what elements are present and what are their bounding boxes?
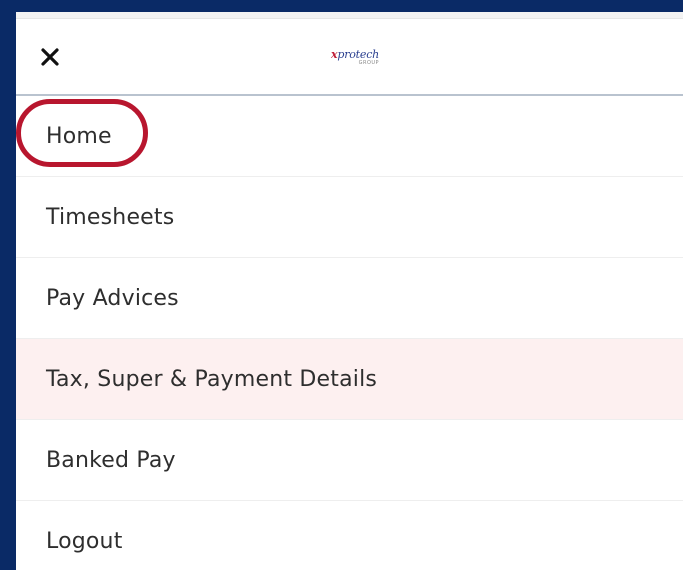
nav-menu: Home Timesheets Pay Advices Tax, Super &… [16, 96, 683, 570]
logo-wordmark: xprotech [331, 48, 380, 61]
menu-item-label: Banked Pay [46, 447, 176, 473]
menu-item-label: Pay Advices [46, 285, 179, 311]
menu-item-label: Timesheets [46, 204, 175, 230]
drawer-header: xprotech GROUP [16, 19, 683, 96]
menu-item-label: Logout [46, 528, 123, 554]
logo-subtitle: GROUP [358, 60, 380, 66]
menu-item-home[interactable]: Home [16, 96, 683, 177]
top-strip [16, 12, 683, 19]
menu-item-label: Home [46, 123, 112, 149]
menu-item-logout[interactable]: Logout [16, 501, 683, 570]
menu-item-pay-advices[interactable]: Pay Advices [16, 258, 683, 339]
close-icon [41, 48, 59, 66]
menu-item-tax-super-payment[interactable]: Tax, Super & Payment Details [16, 339, 683, 420]
nav-drawer: xprotech GROUP Home Timesheets Pay Advic… [16, 12, 683, 570]
close-button[interactable] [34, 41, 66, 73]
menu-item-banked-pay[interactable]: Banked Pay [16, 420, 683, 501]
xprotech-logo: xprotech GROUP [331, 49, 379, 66]
menu-item-label: Tax, Super & Payment Details [46, 366, 378, 392]
menu-item-timesheets[interactable]: Timesheets [16, 177, 683, 258]
